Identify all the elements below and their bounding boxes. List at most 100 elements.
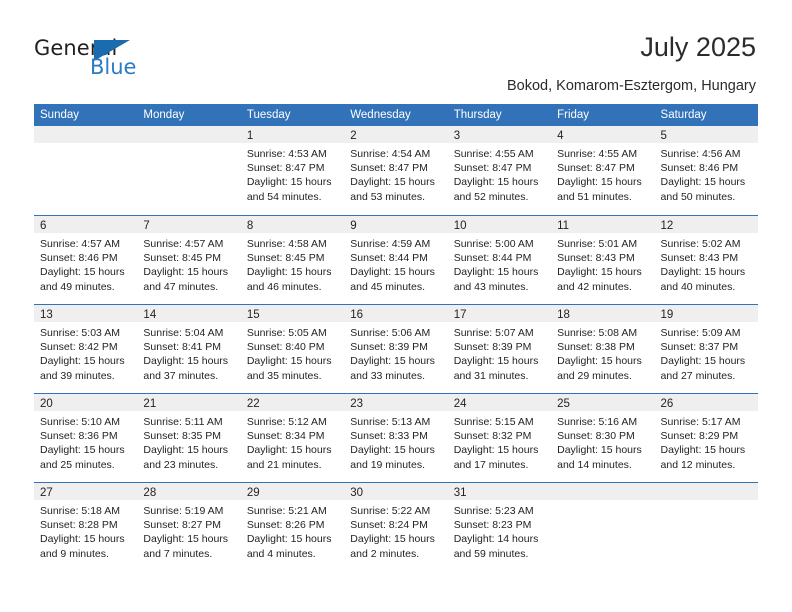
- day-number-band: 9: [344, 216, 448, 233]
- day-number-band: 13: [34, 305, 138, 322]
- day-number: 12: [660, 220, 674, 232]
- daylight-text-line1: Daylight: 15 hours: [557, 266, 642, 279]
- calendar-day-cell[interactable]: 3 Sunrise: 4:55 AM Sunset: 8:47 PM Daylight…: [447, 126, 552, 215]
- calendar-day-cell[interactable]: 19 Sunrise: 5:09 AM Sunset: 8:37 PM Dayligh…: [654, 305, 758, 393]
- daylight-text-line1: Daylight: 15 hours: [350, 355, 435, 368]
- calendar-day-cell[interactable]: 29 Sunrise: 5:21 AM Sunset: 8:26 PM Dayligh…: [240, 483, 345, 571]
- day-details: Sunrise: 5:11 AM Sunset: 8:35 PM Daylight:…: [137, 411, 240, 472]
- sunrise-text: Sunrise: 5:22 AM: [350, 505, 431, 517]
- calendar-day-cell[interactable]: 5 Sunrise: 4:56 AM Sunset: 8:46 PM Daylight…: [654, 126, 758, 215]
- day-details: Sunrise: 5:19 AM Sunset: 8:27 PM Daylight:…: [137, 500, 240, 561]
- sunrise-text: Sunrise: 4:54 AM: [350, 148, 431, 160]
- daylight-text-line2: and 54 minutes.: [246, 190, 322, 203]
- day-number-band: 3: [447, 126, 552, 143]
- calendar-day-cell[interactable]: 14 Sunrise: 5:04 AM Sunset: 8:41 PM Dayligh…: [137, 305, 241, 393]
- day-details: Sunrise: 5:12 AM Sunset: 8:34 PM Daylight:…: [241, 411, 344, 472]
- calendar-day-cell[interactable]: 21 Sunrise: 5:11 AM Sunset: 8:35 PM Dayligh…: [137, 394, 241, 482]
- day-details: Sunrise: 5:09 AM Sunset: 8:37 PM Daylight:…: [655, 322, 758, 383]
- calendar-day-cell[interactable]: 13 Sunrise: 5:03 AM Sunset: 8:42 PM Dayligh…: [34, 305, 138, 393]
- general-blue-logo[interactable]: General Blue: [34, 36, 184, 82]
- calendar-day-cell[interactable]: 20 Sunrise: 5:10 AM Sunset: 8:36 PM Dayligh…: [34, 394, 138, 482]
- sunset-text: Sunset: 8:34 PM: [246, 430, 325, 443]
- calendar-day-cell[interactable]: 11 Sunrise: 5:01 AM Sunset: 8:43 PM Dayligh…: [551, 216, 655, 304]
- daylight-text-line2: and 37 minutes.: [143, 369, 219, 382]
- day-number-band: 11: [551, 216, 655, 233]
- day-number-band: [654, 483, 758, 500]
- calendar-day-cell[interactable]: 27 Sunrise: 5:18 AM Sunset: 8:28 PM Dayligh…: [34, 483, 138, 571]
- sunrise-text: Sunrise: 4:55 AM: [453, 148, 534, 160]
- daylight-text-line2: and 52 minutes.: [453, 190, 529, 203]
- calendar-day-cell[interactable]: 6 Sunrise: 4:57 AM Sunset: 8:46 PM Daylight…: [34, 216, 138, 304]
- calendar-day-cell[interactable]: 2 Sunrise: 4:54 AM Sunset: 8:47 PM Daylight…: [344, 126, 448, 215]
- day-number-band: 20: [34, 394, 138, 411]
- calendar-day-cell[interactable]: 24 Sunrise: 5:15 AM Sunset: 8:32 PM Dayligh…: [447, 394, 552, 482]
- daylight-text-line1: Daylight: 15 hours: [246, 176, 332, 189]
- calendar-day-cell[interactable]: 10 Sunrise: 5:00 AM Sunset: 8:44 PM Dayligh…: [447, 216, 552, 304]
- day-number: 20: [40, 398, 53, 410]
- sunrise-text: Sunrise: 5:01 AM: [557, 238, 638, 250]
- day-details: Sunrise: 5:06 AM Sunset: 8:39 PM Daylight:…: [344, 322, 447, 383]
- calendar-day-cell-empty: [137, 126, 241, 215]
- sunrise-text: Sunrise: 4:58 AM: [246, 238, 327, 250]
- calendar-day-cell[interactable]: 17 Sunrise: 5:07 AM Sunset: 8:39 PM Dayligh…: [447, 305, 552, 393]
- day-number: 3: [453, 130, 461, 142]
- daylight-text-line1: Daylight: 15 hours: [246, 533, 332, 546]
- day-number: 18: [557, 309, 570, 321]
- day-number-band: 19: [654, 305, 758, 322]
- sunset-text: Sunset: 8:26 PM: [246, 519, 325, 532]
- day-details: Sunrise: 5:05 AM Sunset: 8:40 PM Daylight:…: [241, 322, 344, 383]
- day-number: 24: [453, 398, 467, 410]
- day-number: 9: [350, 220, 357, 232]
- calendar-day-cell[interactable]: 7 Sunrise: 4:57 AM Sunset: 8:45 PM Daylight…: [137, 216, 241, 304]
- sunset-text: Sunset: 8:43 PM: [660, 252, 739, 265]
- calendar-day-cell[interactable]: 18 Sunrise: 5:08 AM Sunset: 8:38 PM Dayligh…: [551, 305, 655, 393]
- calendar-day-cell[interactable]: 9 Sunrise: 4:59 AM Sunset: 8:44 PM Daylight…: [344, 216, 448, 304]
- daylight-text-line1: Daylight: 15 hours: [143, 355, 229, 368]
- daylight-text-line2: and 40 minutes.: [660, 280, 736, 293]
- sunset-text: Sunset: 8:45 PM: [246, 252, 325, 265]
- day-number: 19: [660, 309, 674, 321]
- daylight-text-line1: Daylight: 15 hours: [453, 444, 539, 457]
- sunrise-text: Sunrise: 5:00 AM: [453, 238, 534, 250]
- day-number-band: 2: [344, 126, 448, 143]
- calendar-grid: Sunday Monday Tuesday Wednesday Thursday…: [34, 104, 758, 571]
- page-header: General Blue July 2025 Bokod, Komarom-Es…: [0, 0, 792, 100]
- day-number-band: 15: [240, 305, 345, 322]
- sunset-text: Sunset: 8:33 PM: [350, 430, 428, 443]
- calendar-day-cell[interactable]: 1 Sunrise: 4:53 AM Sunset: 8:47 PM Daylight…: [240, 126, 345, 215]
- calendar-week-row: 13 Sunrise: 5:03 AM Sunset: 8:42 PM Dayligh…: [34, 304, 758, 393]
- daylight-text-line1: Daylight: 15 hours: [660, 266, 746, 279]
- calendar-day-cell[interactable]: 16 Sunrise: 5:06 AM Sunset: 8:39 PM Dayligh…: [344, 305, 448, 393]
- day-details: Sunrise: 4:57 AM Sunset: 8:45 PM Daylight:…: [137, 233, 240, 294]
- calendar-day-cell[interactable]: 26 Sunrise: 5:17 AM Sunset: 8:29 PM Dayligh…: [654, 394, 758, 482]
- daylight-text-line2: and 4 minutes.: [246, 547, 316, 560]
- calendar-day-cell[interactable]: 30 Sunrise: 5:22 AM Sunset: 8:24 PM Dayligh…: [344, 483, 448, 571]
- calendar-day-cell[interactable]: 28 Sunrise: 5:19 AM Sunset: 8:27 PM Dayligh…: [137, 483, 241, 571]
- day-number-band: 18: [551, 305, 655, 322]
- day-number-band: 30: [344, 483, 448, 500]
- daylight-text-line2: and 45 minutes.: [350, 280, 425, 293]
- day-details: Sunrise: 4:54 AM Sunset: 8:47 PM Daylight:…: [344, 143, 447, 204]
- calendar-day-cell[interactable]: 4 Sunrise: 4:55 AM Sunset: 8:47 PM Daylight…: [551, 126, 655, 215]
- calendar-day-cell[interactable]: 15 Sunrise: 5:05 AM Sunset: 8:40 PM Dayligh…: [240, 305, 345, 393]
- calendar-day-cell[interactable]: 31 Sunrise: 5:23 AM Sunset: 8:23 PM Dayligh…: [447, 483, 552, 571]
- day-number-band: 4: [551, 126, 655, 143]
- daylight-text-line2: and 43 minutes.: [453, 280, 529, 293]
- sunrise-text: Sunrise: 5:15 AM: [453, 416, 534, 428]
- daylight-text-line2: and 2 minutes.: [350, 547, 420, 560]
- calendar-day-cell[interactable]: 22 Sunrise: 5:12 AM Sunset: 8:34 PM Dayligh…: [240, 394, 345, 482]
- calendar-day-cell[interactable]: 25 Sunrise: 5:16 AM Sunset: 8:30 PM Dayligh…: [551, 394, 655, 482]
- sunset-text: Sunset: 8:35 PM: [143, 430, 222, 443]
- daylight-text-line1: Daylight: 15 hours: [350, 533, 435, 546]
- daylight-text-line1: Daylight: 14 hours: [453, 533, 539, 546]
- day-details: Sunrise: 4:58 AM Sunset: 8:45 PM Daylight:…: [241, 233, 344, 294]
- sunset-text: Sunset: 8:47 PM: [246, 162, 325, 175]
- daylight-text-line2: and 14 minutes.: [557, 458, 632, 471]
- calendar-day-cell[interactable]: 23 Sunrise: 5:13 AM Sunset: 8:33 PM Dayligh…: [344, 394, 448, 482]
- sunrise-text: Sunrise: 5:17 AM: [660, 416, 741, 428]
- day-number-band: [137, 126, 241, 143]
- daylight-text-line1: Daylight: 15 hours: [143, 266, 229, 279]
- daylight-text-line1: Daylight: 15 hours: [660, 444, 746, 457]
- calendar-day-cell[interactable]: 8 Sunrise: 4:58 AM Sunset: 8:45 PM Daylight…: [240, 216, 345, 304]
- calendar-day-cell[interactable]: 12 Sunrise: 5:02 AM Sunset: 8:43 PM Dayligh…: [654, 216, 758, 304]
